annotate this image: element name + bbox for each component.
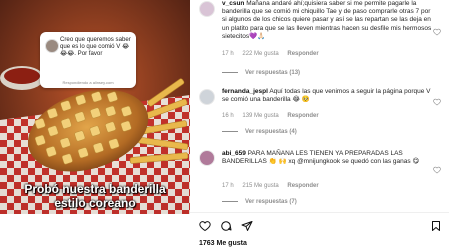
bubble-avatar: [45, 39, 59, 53]
view-replies-label: Ver respuestas (7): [245, 199, 297, 205]
reply-button[interactable]: Responder: [287, 183, 318, 189]
avatar[interactable]: [199, 1, 215, 17]
comment-meta: 17 h 215 Me gusta Responder: [222, 183, 326, 189]
comments-panel[interactable]: v_csun Mañana andaré ahí;quisiera saber …: [190, 0, 449, 214]
comment-username[interactable]: v_csun: [222, 0, 244, 7]
view-replies-button[interactable]: Ver respuestas (13): [222, 70, 300, 76]
reply-button[interactable]: Responder: [287, 51, 318, 57]
view-replies-label: Ver respuestas (4): [245, 129, 297, 135]
action-bar-divider: [190, 212, 449, 213]
comment-meta: 16 h 139 Me gusta Responder: [222, 113, 326, 119]
comment-likes[interactable]: 222 Me gusta: [242, 51, 278, 57]
heart-icon[interactable]: [433, 166, 441, 174]
comment-username[interactable]: abi_659: [222, 150, 246, 157]
comment-likes[interactable]: 215 Me gusta: [242, 183, 278, 189]
comment-text: Mañana andaré ahí;quisiera saber si me p…: [222, 0, 432, 40]
avatar[interactable]: [199, 89, 215, 105]
heart-icon[interactable]: [433, 98, 441, 106]
heart-icon[interactable]: [199, 220, 211, 232]
comment-time: 17 h: [222, 183, 234, 189]
video-caption-line-2: estilo coreano: [54, 196, 136, 210]
share-icon[interactable]: [241, 220, 253, 232]
replies-divider: [222, 200, 238, 202]
reply-button[interactable]: Responder: [287, 113, 318, 119]
bubble-question-text: Creo que queremos saber que es lo que co…: [60, 36, 131, 58]
view-replies-button[interactable]: Ver respuestas (7): [222, 199, 297, 205]
comment-body: v_csun Mañana andaré ahí;quisiera saber …: [222, 0, 434, 41]
reply-question-bubble: Creo que queremos saber que es lo que co…: [40, 32, 136, 88]
post-likes-count[interactable]: 1763 Me gusta: [199, 240, 247, 247]
comment-text: PARA MAÑANA LES TIENEN YA PREPARADAS LAS…: [222, 150, 420, 166]
replies-divider: [222, 71, 238, 73]
view-replies-label: Ver respuestas (13): [245, 70, 301, 76]
avatar[interactable]: [199, 150, 215, 166]
bubble-source-text: Respondiendo a alinsey.com: [62, 80, 114, 85]
bookmark-icon[interactable]: [430, 220, 442, 232]
video-caption-line-1: Probó nuestra banderilla: [24, 182, 166, 196]
post-media[interactable]: Creo que queremos saber que es lo que co…: [0, 0, 190, 214]
comment-time: 16 h: [222, 113, 234, 119]
comment-body: fernanda_jespl Aquí todas las que venimo…: [222, 88, 434, 104]
comment-icon[interactable]: [220, 220, 232, 232]
comment-time: 17 h: [222, 51, 234, 57]
comment-body: abi_659 PARA MAÑANA LES TIENEN YA PREPAR…: [222, 150, 434, 166]
heart-icon[interactable]: [433, 28, 441, 36]
comment-username[interactable]: fernanda_jespl: [222, 88, 268, 95]
comment-likes[interactable]: 139 Me gusta: [242, 113, 278, 119]
replies-divider: [222, 130, 238, 132]
comment-meta: 17 h 222 Me gusta Responder: [222, 51, 326, 57]
view-replies-button[interactable]: Ver respuestas (4): [222, 129, 297, 135]
